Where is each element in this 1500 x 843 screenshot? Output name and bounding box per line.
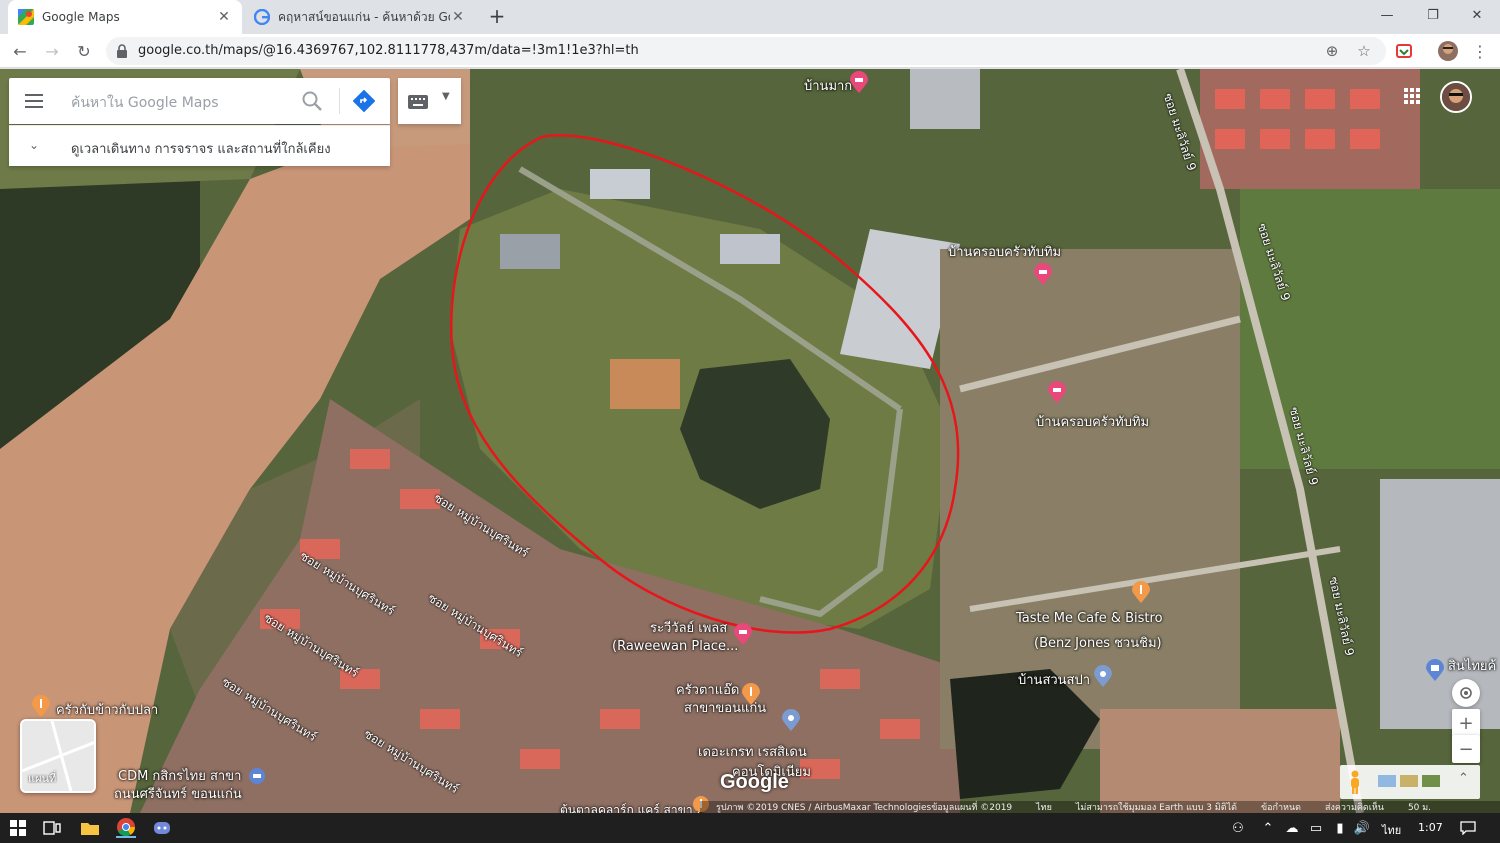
url-text: google.co.th/maps/@16.4369767,102.811177… [138, 43, 639, 58]
imagery-credit: รูปภาพ ©2019 CNES / AirbusMaxar Technolo… [716, 803, 1013, 813]
show-hidden-icons-icon[interactable]: ⌃ [1258, 818, 1278, 838]
profile-avatar[interactable] [1436, 39, 1460, 63]
directions-icon[interactable] [352, 89, 376, 113]
hotel-pin-icon[interactable] [734, 623, 752, 645]
google-logo: Google [720, 771, 789, 793]
restaurant-pin-icon[interactable] [742, 683, 760, 705]
zoom-in-button[interactable]: + [1452, 709, 1480, 737]
forward-button[interactable]: → [40, 39, 64, 63]
tab-close-icon[interactable]: ✕ [216, 9, 232, 25]
hotel-pin-icon[interactable] [850, 71, 868, 93]
place-label[interactable]: บ้านครอบครัวทับทิม [948, 241, 1061, 262]
place-label[interactable]: ครัวกับข้าวกับปลา [56, 699, 158, 720]
keyboard-icon [408, 94, 428, 109]
back-button[interactable]: ← [8, 39, 32, 63]
action-center-icon[interactable] [1458, 818, 1478, 838]
input-tools-button[interactable]: ▼ [398, 78, 461, 124]
place-label[interactable]: สินไทยค้ [1448, 655, 1496, 676]
pegman-icon[interactable] [1348, 770, 1362, 798]
language-link[interactable]: ไทย [1036, 800, 1052, 813]
battery-icon[interactable]: ▭ [1306, 818, 1326, 838]
google-apps-icon[interactable] [1404, 88, 1420, 104]
google-favicon-icon [253, 8, 271, 26]
minimize-window-icon[interactable]: — [1364, 0, 1410, 30]
people-icon[interactable]: ⚇ [1228, 818, 1248, 838]
chrome-taskbar-icon[interactable] [116, 818, 136, 838]
place-label[interactable]: เดอะเกรท เรสสิเดน [698, 741, 807, 762]
task-view-icon[interactable] [42, 818, 62, 838]
tab-google-maps[interactable]: Google Maps ✕ [8, 0, 242, 34]
map-layer-toggle[interactable]: แผนที่ [20, 719, 96, 793]
zoom-out-button[interactable]: − [1452, 735, 1480, 763]
place-label[interactable]: (Raweewan Place... [612, 639, 738, 654]
close-window-icon[interactable]: ✕ [1454, 0, 1500, 30]
place-label[interactable]: ระวีวัลย์ เพลส [650, 617, 727, 638]
place-label[interactable]: ถนนศรีจันทร์ ขอนแก่น [114, 783, 242, 804]
place-label[interactable]: บ้านครอบครัวทับทิม [1036, 411, 1149, 432]
scale-label[interactable]: 50 ม. [1408, 800, 1431, 813]
browser-tabstrip: Google Maps ✕ คฤหาสน์ขอนแก่น - ค้นหาด้วย… [0, 0, 1500, 34]
satellite-map[interactable]: ค้นหาใน Google Maps ▼ ⌄ ดูเวลาเดินทาง กา… [0, 69, 1500, 813]
discord-icon[interactable] [152, 818, 172, 838]
hotel-pin-icon[interactable] [1034, 263, 1052, 285]
place-pin-icon[interactable] [1094, 665, 1112, 687]
windows-start-icon[interactable] [8, 818, 28, 838]
tab-google-search[interactable]: คฤหาสน์ขอนแก่น - ค้นหาด้วย Googl ✕ [244, 0, 476, 34]
lock-icon [116, 43, 130, 59]
input-language[interactable]: ไทย [1382, 821, 1401, 839]
chevron-up-icon[interactable]: ⌃ [1458, 771, 1469, 786]
bookmark-star-icon[interactable]: ☆ [1354, 41, 1374, 61]
restore-window-icon[interactable]: ❐ [1410, 0, 1456, 30]
clock-time[interactable]: 1:07 [1418, 821, 1443, 834]
add-location-icon[interactable]: ⊕ [1322, 41, 1342, 61]
address-bar[interactable]: google.co.th/maps/@16.4369767,102.811177… [106, 37, 1386, 65]
volume-icon[interactable]: 🔊 [1352, 818, 1372, 838]
shop-pin-icon[interactable] [1426, 659, 1444, 681]
hotel-pin-icon[interactable] [1048, 381, 1066, 403]
earth-notice[interactable]: ไม่สามารถใช้มุมมอง Earth แบบ 3 มิติได้ [1076, 800, 1237, 813]
place-label[interactable]: (Benz Jones ชวนชิม) [1034, 632, 1162, 653]
dropdown-caret-icon: ▼ [442, 91, 450, 102]
new-tab-button[interactable]: + [486, 6, 508, 28]
windows-taskbar: ⚇ ⌃ ☁ ▭ ▮ 🔊 ไทย 1:07 [0, 813, 1500, 843]
terms-link[interactable]: ข้อกำหนด [1261, 800, 1301, 813]
place-label[interactable]: บ้านสวนสปา [1018, 669, 1090, 690]
extension-icon[interactable] [1392, 39, 1416, 63]
search-separator [339, 88, 340, 114]
place-label[interactable]: บ้านมาก [804, 75, 852, 96]
file-explorer-icon[interactable] [80, 818, 100, 838]
hamburger-menu-icon[interactable] [25, 93, 45, 109]
google-maps-favicon-icon [18, 9, 34, 25]
chevron-down-icon: ⌄ [29, 138, 40, 152]
place-label[interactable]: Taste Me Cafe & Bistro [1016, 611, 1163, 626]
my-location-button[interactable] [1452, 679, 1480, 707]
search-icon[interactable] [301, 90, 323, 112]
network-icon[interactable]: ▮ [1330, 818, 1350, 838]
account-avatar[interactable] [1440, 81, 1472, 113]
place-pin-icon[interactable] [782, 709, 800, 731]
imagery-thumbnails[interactable] [1378, 773, 1440, 789]
maps-search-box[interactable]: ค้นหาใน Google Maps [9, 78, 390, 124]
atm-pin-icon[interactable] [248, 767, 266, 789]
tab-close-icon[interactable]: ✕ [450, 9, 466, 25]
restaurant-pin-icon[interactable] [32, 695, 50, 717]
reload-button[interactable]: ↻ [72, 39, 96, 63]
place-label[interactable]: ต้นตาลคลาร์ก แคร์ สาขา 2 [560, 801, 704, 813]
map-layer-label: แผนที่ [28, 772, 57, 785]
feedback-link[interactable]: ส่งความคิดเห็น [1325, 800, 1384, 813]
browser-toolbar: ← → ↻ google.co.th/maps/@16.4369767,102.… [0, 34, 1500, 68]
street-view-bar: ⌃ [1340, 765, 1480, 799]
explore-nearby-bar[interactable]: ⌄ ดูเวลาเดินทาง การจราจร และสถานที่ใกล้เ… [9, 125, 390, 166]
restaurant-pin-icon[interactable] [1132, 581, 1150, 603]
browser-menu-icon[interactable]: ⋮ [1468, 39, 1492, 63]
explore-nearby-text: ดูเวลาเดินทาง การจราจร และสถานที่ใกล้เคี… [71, 142, 331, 157]
tab-title: Google Maps [42, 10, 120, 24]
onedrive-icon[interactable]: ☁ [1282, 818, 1302, 838]
search-input[interactable]: ค้นหาใน Google Maps [71, 92, 219, 114]
tab-title: คฤหาสน์ขอนแก่น - ค้นหาด้วย Googl [278, 9, 450, 24]
attribution-bar: รูปภาพ ©2019 CNES / AirbusMaxar Technolo… [700, 801, 1500, 813]
